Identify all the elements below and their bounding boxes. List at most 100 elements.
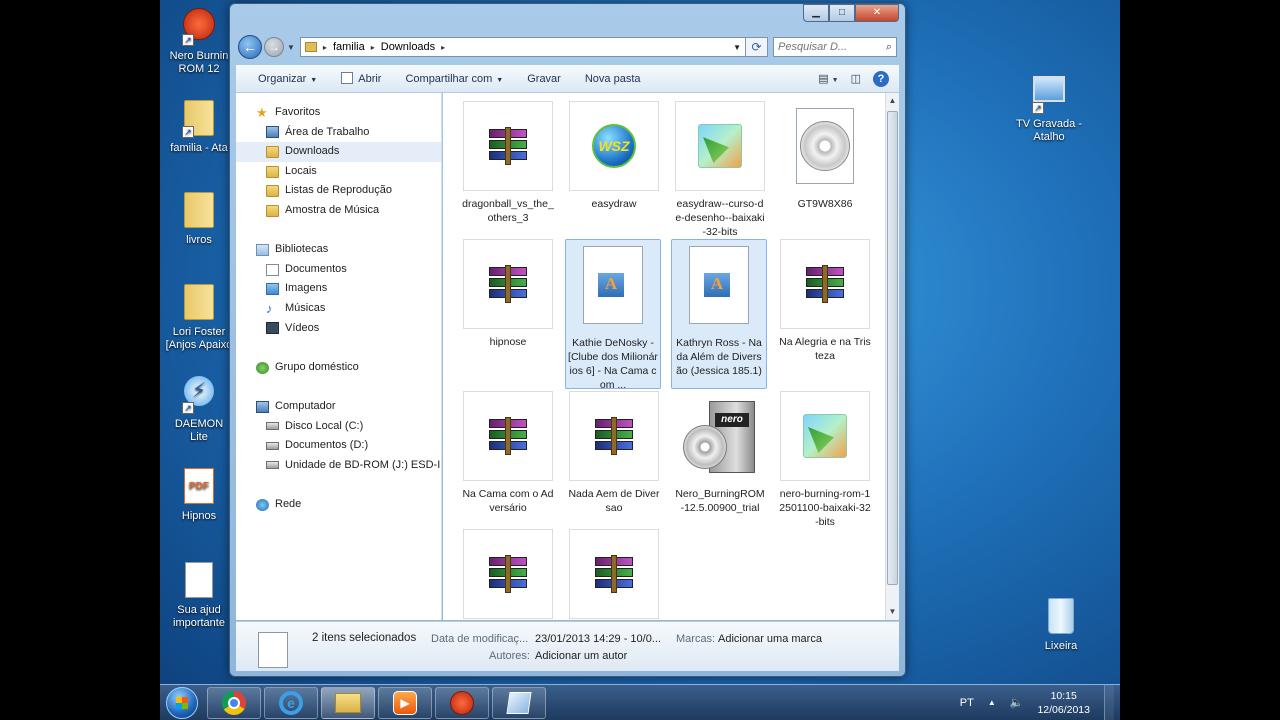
scroll-up-icon[interactable]: ▲ — [886, 93, 899, 109]
file-name: Na Cama com o Adversário — [462, 488, 554, 514]
nav-documents[interactable]: Documentos — [236, 260, 441, 280]
globe-wsz-icon: WSZ — [592, 124, 636, 168]
share-label: Compartilhar com — [405, 72, 493, 85]
help-icon[interactable]: ? — [873, 70, 889, 87]
show-desktop-button[interactable] — [1104, 684, 1114, 720]
nav-sample-music[interactable]: Amostra de Música — [236, 201, 441, 221]
refresh-button[interactable]: ⟳ — [746, 37, 768, 57]
scroll-down-icon[interactable]: ▼ — [886, 604, 899, 620]
file-item[interactable] — [460, 529, 556, 620]
nero-box-icon: nero — [681, 397, 759, 475]
taskbar-explorer[interactable] — [321, 686, 375, 719]
volume-icon[interactable]: 🔈 — [1010, 696, 1024, 709]
clock[interactable]: 10:15 12/06/2013 — [1037, 689, 1090, 717]
desktop-icon-hipnos[interactable]: PDF Hipnos — [160, 468, 238, 523]
desktop-icon-nero[interactable]: ↗ Nero Burnin ROM 12 — [160, 8, 238, 76]
file-item[interactable]: nero-burning-rom-12501100-baixaki-32-bit… — [777, 391, 873, 529]
file-item-selected[interactable]: A Kathryn Ross - Nada Além de Diversão (… — [671, 239, 767, 389]
language-indicator[interactable]: PT — [960, 697, 974, 709]
taskbar-chrome[interactable] — [207, 686, 261, 719]
file-item[interactable] — [566, 529, 662, 620]
preview-pane-icon[interactable]: ◫ — [851, 72, 861, 85]
desktop-icon-tv-gravada[interactable]: ↗ TV Gravada - Atalho — [1010, 72, 1088, 144]
authors-label: Autores: — [489, 650, 530, 662]
desktop-icon-familia[interactable]: ↗ familia - Ata — [160, 100, 238, 155]
open-label: Abrir — [358, 73, 382, 85]
vertical-scrollbar[interactable]: ▲ ▼ — [885, 93, 899, 620]
nav-drive-c[interactable]: Disco Local (C:) — [236, 417, 441, 437]
file-thumbnail — [463, 391, 553, 481]
nav-music[interactable]: ♪ Músicas — [236, 299, 441, 319]
file-item[interactable]: hipnose — [460, 239, 556, 349]
nav-desktop[interactable]: Área de Trabalho — [236, 123, 441, 143]
chevron-down-icon[interactable]: ▼ — [733, 43, 741, 52]
share-menu[interactable]: Compartilhar com ▼ — [393, 73, 515, 85]
nav-downloads[interactable]: Downloads — [236, 142, 441, 162]
forward-button[interactable]: → — [264, 37, 284, 57]
file-name: Na Alegria e na Tristeza — [779, 336, 871, 362]
file-item-selected[interactable]: A Kathie DeNosky - [Clube dos Milionário… — [565, 239, 661, 391]
file-item[interactable]: dragonball_vs_the_others_3 — [460, 101, 556, 225]
nav-drive-j[interactable]: Unidade de BD-ROM (J:) ESD-ISO — [236, 456, 441, 476]
nav-favorites[interactable]: ★ Favoritos — [236, 103, 441, 123]
file-item[interactable]: Na Alegria e na Tristeza — [777, 239, 873, 363]
new-folder-button[interactable]: Nova pasta — [573, 73, 653, 85]
breadcrumb-downloads[interactable]: Downloads — [381, 41, 435, 53]
maximize-button[interactable]: □ — [829, 4, 855, 22]
file-thumbnail — [569, 529, 659, 619]
show-hidden-icons-icon[interactable]: ▲ — [988, 698, 996, 707]
history-dropdown-icon[interactable]: ▼ — [287, 43, 295, 52]
breadcrumb-familia[interactable]: familia — [333, 41, 365, 53]
desktop-icon-label: Nero Burnin ROM 12 — [169, 50, 229, 75]
start-button[interactable] — [160, 685, 204, 720]
search-icon[interactable]: ⌕ — [886, 41, 892, 54]
winrar-archive-icon — [489, 127, 527, 165]
taskbar-nero[interactable] — [435, 686, 489, 719]
nav-locais[interactable]: Locais — [236, 162, 441, 182]
search-box[interactable]: ⌕ — [773, 37, 897, 57]
view-options-icon[interactable]: ▤ ▼ — [818, 72, 838, 85]
desktop-icon-daemon[interactable]: ⚡ ↗ DAEMON Lite — [160, 376, 238, 444]
taskbar-internet-explorer[interactable]: e — [264, 686, 318, 719]
taskbar-explorer-window[interactable] — [492, 686, 546, 719]
open-button[interactable]: Abrir — [329, 72, 393, 85]
nav-videos[interactable]: Vídeos — [236, 319, 441, 339]
file-item[interactable]: Na Cama com o Adversário — [460, 391, 556, 515]
file-item[interactable]: Nada Aem de Diversao — [566, 391, 662, 515]
folder-icon — [182, 192, 216, 230]
authors-field[interactable]: Adicionar um autor — [535, 650, 627, 662]
chevron-right-icon[interactable]: ▸ — [371, 43, 375, 52]
file-item[interactable]: nero Nero_BurningROM-12.5.00900_trial — [672, 391, 768, 515]
file-item[interactable]: GT9W8X86 — [777, 101, 873, 211]
file-item[interactable]: WSZ easydraw — [566, 101, 662, 211]
nav-computer[interactable]: Computador — [236, 397, 441, 417]
desktop-icon-lori-foster[interactable]: Lori Foster [Anjos Apaixo — [160, 284, 238, 352]
file-name: nero-burning-rom-12501100-baixaki-32-bit… — [779, 488, 871, 528]
nav-homegroup[interactable]: Grupo doméstico — [236, 358, 441, 378]
minimize-button[interactable]: ▁ — [803, 4, 829, 22]
close-button[interactable]: ✕ — [855, 4, 899, 22]
scroll-thumb[interactable] — [887, 111, 898, 585]
desktop-icon-sua-ajuda[interactable]: Sua ajud importante — [160, 562, 238, 630]
nav-drive-d[interactable]: Documentos (D:) — [236, 436, 441, 456]
address-bar[interactable]: ▸ familia ▸ Downloads ▸ ▼ — [299, 37, 746, 57]
desktop-icon-lixeira[interactable]: Lixeira — [1022, 598, 1100, 653]
taskbar-media-player[interactable]: ▶ — [378, 686, 432, 719]
chevron-right-icon[interactable]: ▸ — [441, 43, 445, 52]
desktop-icon-livros[interactable]: livros — [160, 192, 238, 247]
nav-images[interactable]: Imagens — [236, 279, 441, 299]
organize-menu[interactable]: Organizar ▼ — [246, 73, 329, 85]
nav-libraries[interactable]: Bibliotecas — [236, 240, 441, 260]
tags-field[interactable]: Adicionar uma marca — [718, 633, 822, 645]
video-icon — [266, 322, 279, 335]
nav-network[interactable]: Rede — [236, 495, 441, 515]
chevron-right-icon[interactable]: ▸ — [323, 43, 327, 52]
burn-button[interactable]: Gravar — [515, 73, 573, 85]
file-item[interactable]: easydraw--curso-de-desenho--baixaki-32-b… — [672, 101, 768, 239]
search-input[interactable] — [778, 41, 872, 53]
back-button[interactable]: ← — [238, 35, 262, 59]
nav-playlists[interactable]: Listas de Reprodução — [236, 181, 441, 201]
music-note-icon: ♪ — [266, 300, 273, 316]
folder-user-icon: ↗ — [182, 100, 216, 138]
file-name: dragonball_vs_the_others_3 — [462, 198, 554, 224]
